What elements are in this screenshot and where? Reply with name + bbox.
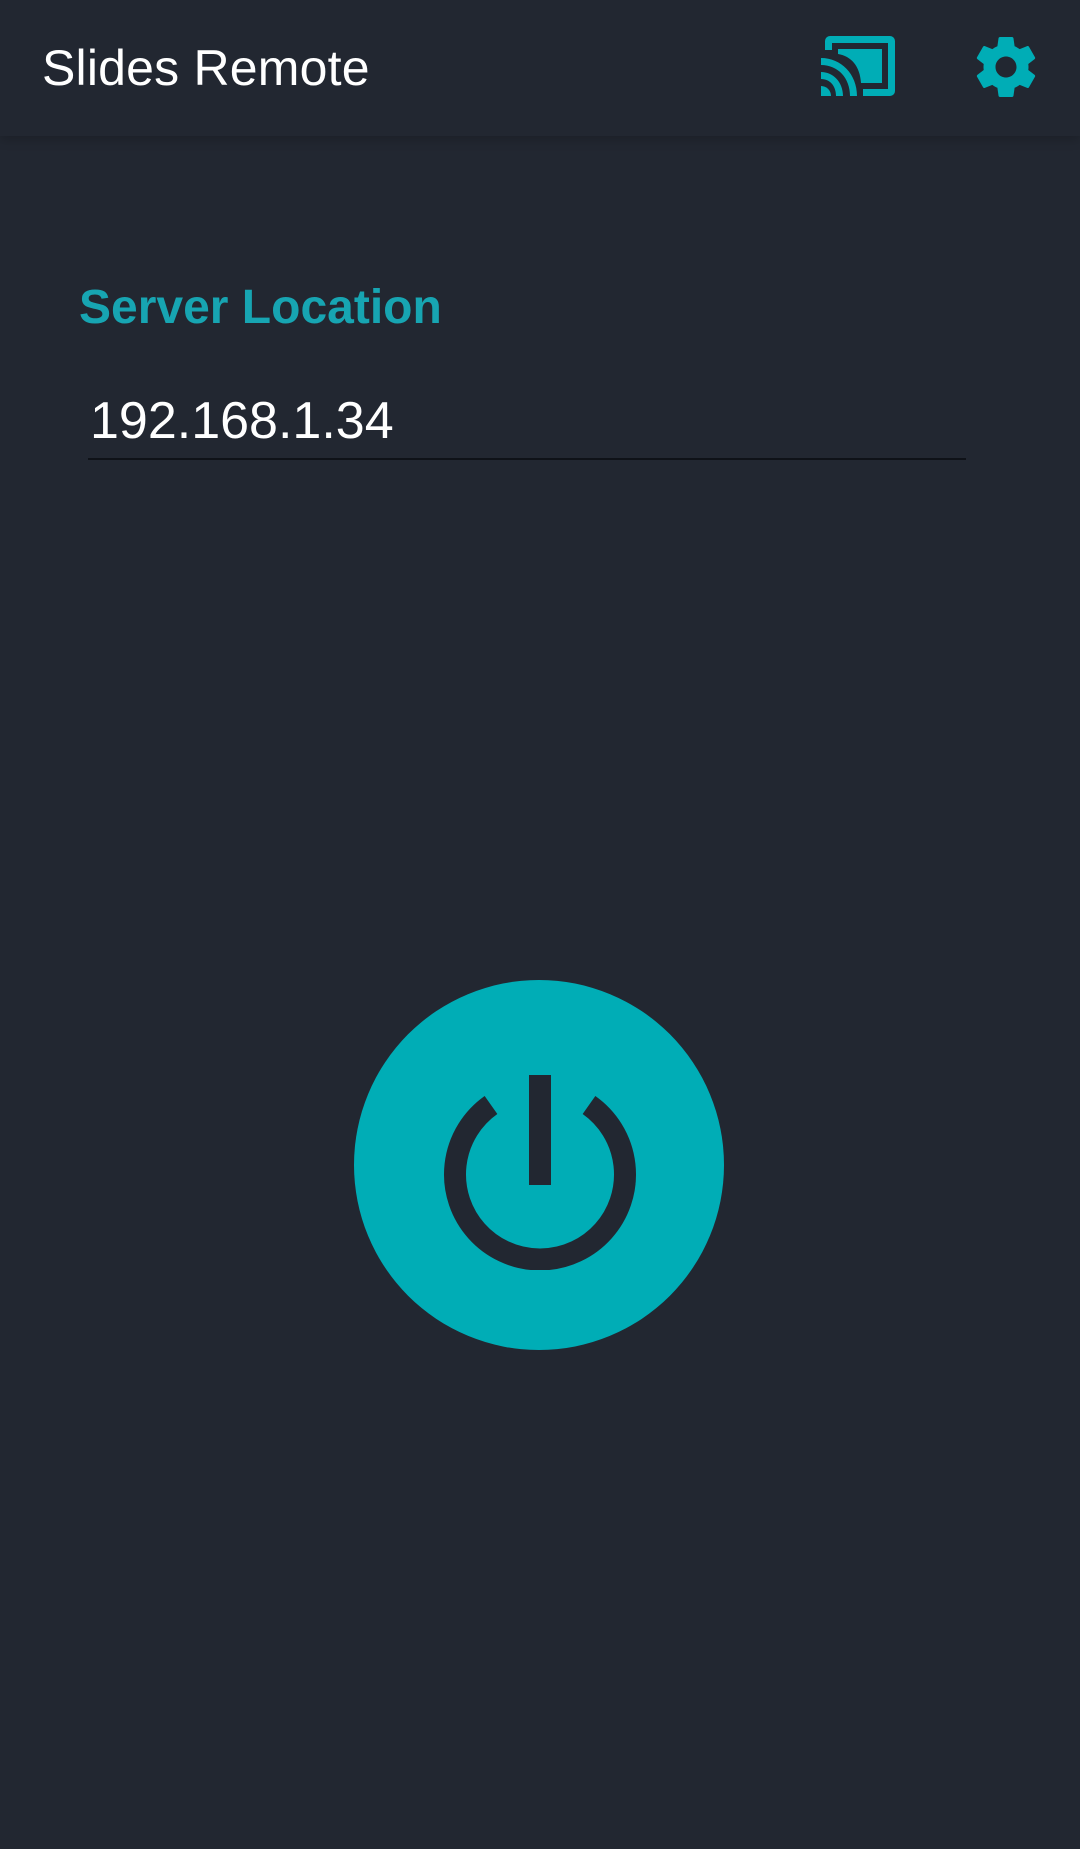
gear-icon — [976, 37, 1036, 97]
app-toolbar: Slides Remote — [0, 0, 1080, 136]
power-icon — [444, 1075, 636, 1270]
settings-button[interactable] — [960, 22, 1052, 112]
cast-icon — [821, 36, 895, 96]
server-location-label: Server Location — [79, 281, 442, 334]
cast-button[interactable] — [808, 22, 908, 112]
power-button[interactable] — [354, 980, 724, 1350]
app-screen: Slides Remote Server Location — [0, 0, 1080, 1849]
main-content: Server Location — [0, 136, 1080, 1849]
app-title: Slides Remote — [42, 40, 370, 96]
server-location-input[interactable] — [88, 384, 966, 460]
